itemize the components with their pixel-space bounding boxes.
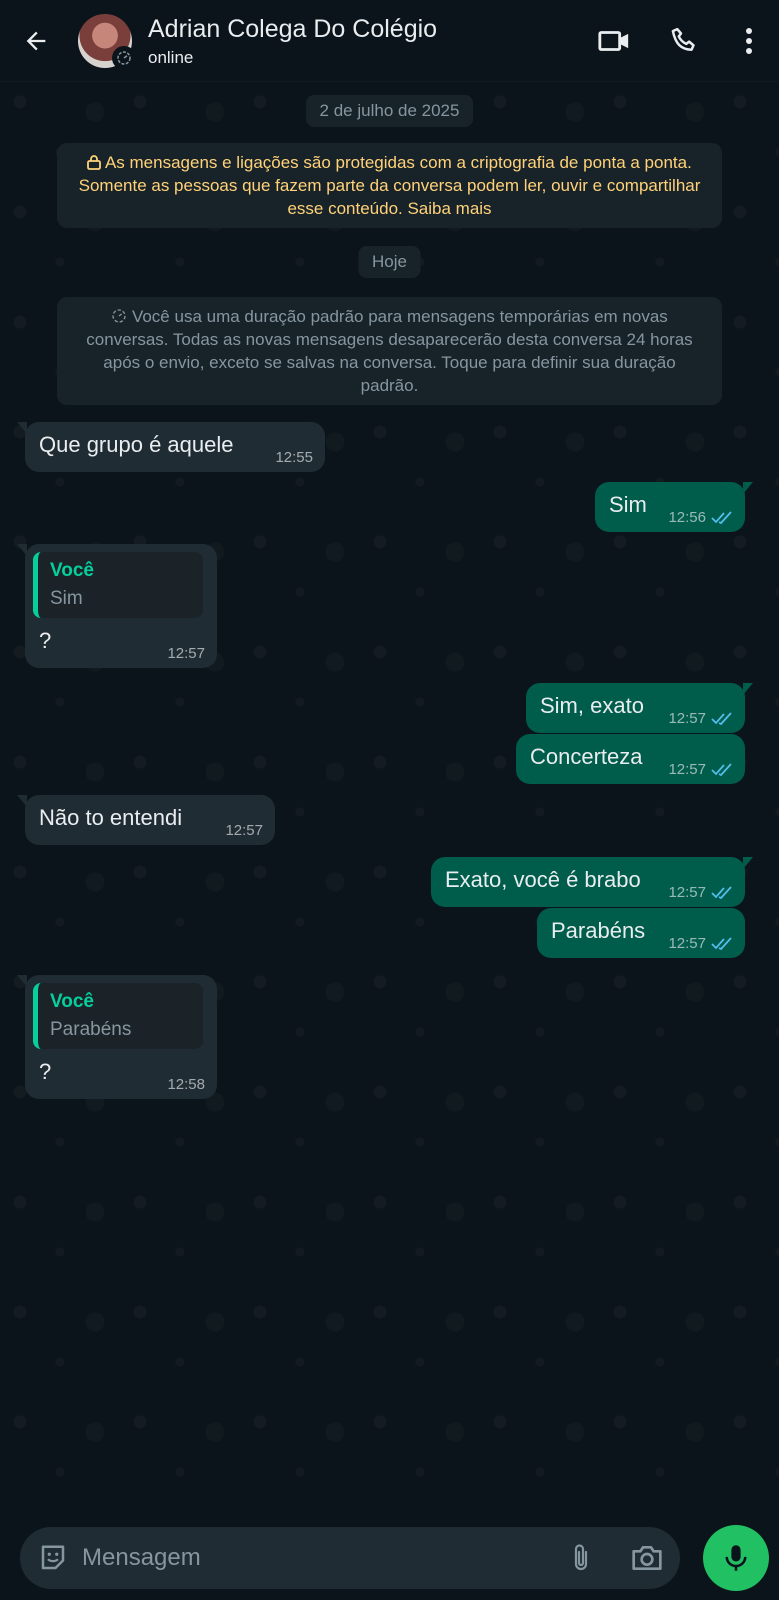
attach-button[interactable]	[548, 1543, 614, 1573]
double-check-icon	[711, 936, 732, 950]
double-check-icon	[711, 711, 732, 725]
emoji-button[interactable]	[24, 1543, 82, 1573]
message-text: Não to entendi	[39, 805, 183, 830]
message-time: 12:55	[275, 449, 313, 466]
more-options-icon	[746, 27, 752, 54]
double-check-icon	[711, 762, 732, 776]
temporary-messages-notice[interactable]: Você usa uma duração padrão para mensage…	[57, 297, 722, 405]
message-text: Parabéns	[551, 918, 646, 943]
message-outgoing[interactable]: Concerteza 12:57	[516, 734, 745, 784]
contact-info[interactable]: Adrian Colega Do Colégio online	[148, 14, 579, 68]
message-text: Concerteza	[530, 744, 643, 769]
message-time: 12:57	[668, 884, 706, 901]
message-time: 12:57	[668, 710, 706, 727]
quoted-message[interactable]: Você Sim	[33, 552, 203, 618]
message-text: Que grupo é aquele	[39, 432, 234, 457]
camera-button[interactable]	[614, 1543, 680, 1573]
double-check-icon	[711, 510, 732, 524]
message-text: Exato, você é brabo	[445, 867, 641, 892]
message-outgoing[interactable]: Exato, você é brabo 12:57	[431, 857, 753, 907]
quote-author: Você	[50, 991, 95, 1012]
message-text: ?	[39, 1059, 52, 1084]
message-time: 12:56	[668, 509, 706, 526]
message-text: ?	[39, 628, 52, 653]
attach-icon	[574, 1544, 588, 1571]
contact-avatar[interactable]	[78, 13, 136, 70]
video-call-icon	[598, 30, 629, 51]
double-check-icon	[711, 885, 732, 899]
quote-text: Parabéns	[50, 1019, 132, 1040]
message-incoming-reply[interactable]: Você Parabéns ? 12:58	[17, 975, 217, 1099]
message-time: 12:57	[167, 645, 205, 662]
message-outgoing[interactable]: Parabéns 12:57	[537, 908, 745, 958]
message-text: Sim	[609, 492, 647, 517]
camera-icon	[632, 1546, 662, 1570]
today-pill: Hoje	[358, 246, 421, 278]
contact-status: online	[148, 47, 194, 67]
message-incoming[interactable]: Não to entendi 12:57	[17, 795, 275, 845]
message-incoming-reply[interactable]: Você Sim ? 12:57	[17, 544, 217, 668]
date-pill: 2 de julho de 2025	[305, 95, 474, 127]
video-call-button[interactable]	[579, 0, 649, 82]
contact-name: Adrian Colega Do Colégio	[148, 14, 438, 43]
quoted-message[interactable]: Você Parabéns	[33, 983, 203, 1049]
back-button[interactable]	[0, 0, 72, 82]
encryption-text: As mensagens e ligações são protegidas c…	[78, 153, 701, 218]
message-time: 12:57	[668, 761, 706, 778]
phone-call-icon	[671, 27, 695, 51]
emoji-icon	[41, 1545, 65, 1570]
message-time: 12:57	[225, 822, 263, 839]
voice-message-button[interactable]	[703, 1525, 769, 1591]
back-arrow-icon	[26, 31, 46, 50]
mic-icon	[725, 1545, 747, 1571]
lock-icon	[87, 155, 102, 170]
message-text: Sim, exato	[540, 693, 644, 718]
timer-icon	[112, 309, 126, 323]
more-options-button[interactable]	[719, 0, 779, 82]
message-outgoing[interactable]: Sim 12:56	[595, 482, 753, 532]
message-incoming[interactable]: Que grupo é aquele 12:55	[17, 422, 325, 472]
timer-icon	[112, 45, 136, 70]
chat-area[interactable]: 2 de julho de 2025 As mensagens e ligaçõ…	[0, 82, 779, 1502]
chat-header: Adrian Colega Do Colégio online	[0, 0, 779, 82]
quote-text: Sim	[50, 588, 83, 609]
quote-author: Você	[50, 560, 95, 581]
message-input[interactable]: Mensagem	[82, 1544, 548, 1572]
message-outgoing[interactable]: Sim, exato 12:57	[526, 683, 753, 733]
message-time: 12:57	[668, 935, 706, 952]
encryption-notice[interactable]: As mensagens e ligações são protegidas c…	[57, 143, 722, 228]
message-time: 12:58	[167, 1076, 205, 1093]
phone-call-button[interactable]	[649, 0, 719, 82]
message-composer: Mensagem	[20, 1527, 680, 1589]
temporary-notice-text: Você usa uma duração padrão para mensage…	[86, 307, 693, 395]
